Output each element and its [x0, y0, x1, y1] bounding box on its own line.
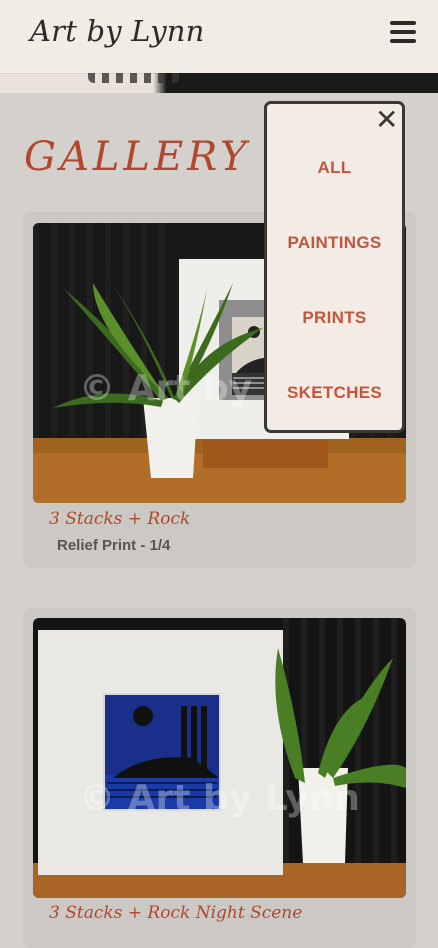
gallery-filter-menu: ✕ ALL PAINTINGS PRINTS SKETCHES: [264, 101, 405, 433]
gallery-card[interactable]: © Art by Lynn 3 Stacks + Rock Night Scen…: [23, 608, 416, 948]
watermark: © Art by Lynn: [79, 778, 360, 819]
hamburger-menu-icon[interactable]: [390, 21, 416, 44]
menu-item-prints[interactable]: PRINTS: [267, 308, 402, 328]
menu-item-paintings[interactable]: PAINTINGS: [267, 233, 402, 253]
hamburger-bar: [390, 30, 416, 34]
artwork-photo[interactable]: © Art by Lynn: [33, 618, 406, 898]
artwork-title[interactable]: 3 Stacks + Rock Night Scene: [49, 903, 302, 923]
artwork-title[interactable]: 3 Stacks + Rock: [49, 509, 190, 529]
site-logo[interactable]: Art by Lynn: [30, 14, 205, 48]
menu-item-sketches[interactable]: SKETCHES: [267, 383, 402, 403]
hamburger-bar: [390, 21, 416, 25]
hamburger-bar: [390, 39, 416, 43]
close-icon[interactable]: ✕: [375, 106, 398, 134]
artwork-photo-image: [33, 618, 406, 898]
menu-item-all[interactable]: ALL: [267, 158, 402, 178]
hero-image-strip: [0, 73, 438, 93]
hero-image-detail: [88, 73, 180, 83]
site-header: Art by Lynn: [0, 0, 438, 73]
artwork-subtitle: Relief Print - 1/4: [57, 537, 171, 554]
